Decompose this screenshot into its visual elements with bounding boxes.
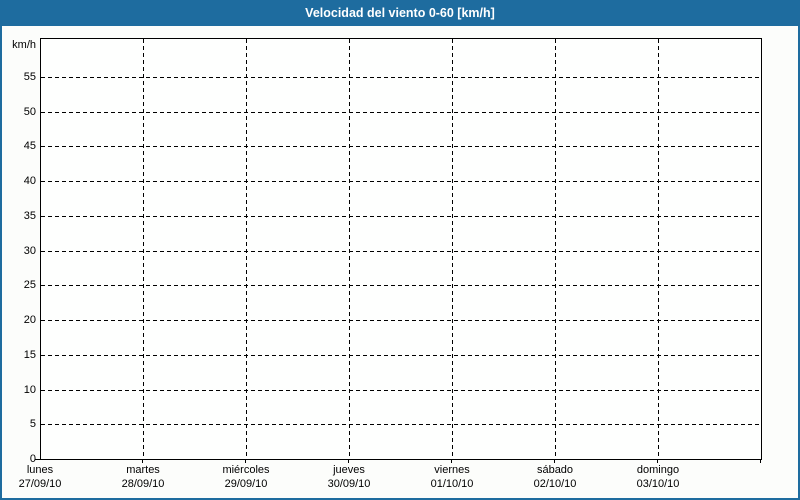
x-gridline <box>555 39 556 459</box>
plot-area <box>40 38 762 460</box>
y-tick-label: 10 <box>23 384 36 396</box>
title-bar: Velocidad del viento 0-60 [km/h] <box>0 0 800 26</box>
x-tick-mark <box>348 459 349 463</box>
x-label-day: sábado <box>536 464 574 476</box>
y-tick-label: 55 <box>23 71 36 83</box>
y-gridline <box>41 216 761 217</box>
x-tick-mark <box>657 459 658 463</box>
y-gridline <box>41 77 761 78</box>
y-origin-tick-mark <box>35 459 40 460</box>
x-tick-mark <box>760 459 761 463</box>
y-axis-unit-label: km/h <box>12 39 36 51</box>
x-label-day: lunes <box>26 464 54 476</box>
x-label-date: 28/09/10 <box>121 478 165 490</box>
x-label-date: 30/09/10 <box>327 478 371 490</box>
y-tick-label: 50 <box>23 106 36 118</box>
x-gridline <box>658 39 659 459</box>
x-label-date: 01/10/10 <box>430 478 474 490</box>
y-tick-label: 45 <box>23 140 36 152</box>
chart-title: Velocidad del viento 0-60 [km/h] <box>305 6 495 20</box>
y-tick-label: 40 <box>23 175 36 187</box>
y-tick-label: 30 <box>23 245 36 257</box>
y-gridline <box>41 251 761 252</box>
x-gridline <box>349 39 350 459</box>
x-tick-mark <box>245 459 246 463</box>
x-label-date: 03/10/10 <box>636 478 680 490</box>
y-gridline <box>41 285 761 286</box>
y-tick-label: 25 <box>23 279 36 291</box>
x-label-day: viernes <box>434 464 470 476</box>
x-label-date: 29/09/10 <box>224 478 268 490</box>
chart-window: Velocidad del viento 0-60 [km/h] km/h 05… <box>0 0 800 500</box>
x-label-date: 02/10/10 <box>533 478 577 490</box>
y-gridline <box>41 146 761 147</box>
y-gridline <box>41 390 761 391</box>
x-tick-mark <box>451 459 452 463</box>
x-tick-mark <box>554 459 555 463</box>
y-gridline <box>41 355 761 356</box>
x-label-day: miércoles <box>222 464 270 476</box>
x-label-day: jueves <box>333 464 365 476</box>
y-tick-label: 35 <box>23 210 36 222</box>
x-label-day: martes <box>126 464 160 476</box>
y-gridline <box>41 181 761 182</box>
y-tick-label: 5 <box>29 418 36 430</box>
x-gridline <box>246 39 247 459</box>
y-tick-label: 20 <box>23 314 36 326</box>
y-tick-label: 15 <box>23 349 36 361</box>
x-tick-mark <box>142 459 143 463</box>
x-gridline <box>452 39 453 459</box>
y-gridline <box>41 112 761 113</box>
x-label-day: domingo <box>636 464 680 476</box>
x-gridline <box>143 39 144 459</box>
y-gridline <box>41 424 761 425</box>
y-gridline <box>41 320 761 321</box>
x-label-date: 27/09/10 <box>18 478 62 490</box>
